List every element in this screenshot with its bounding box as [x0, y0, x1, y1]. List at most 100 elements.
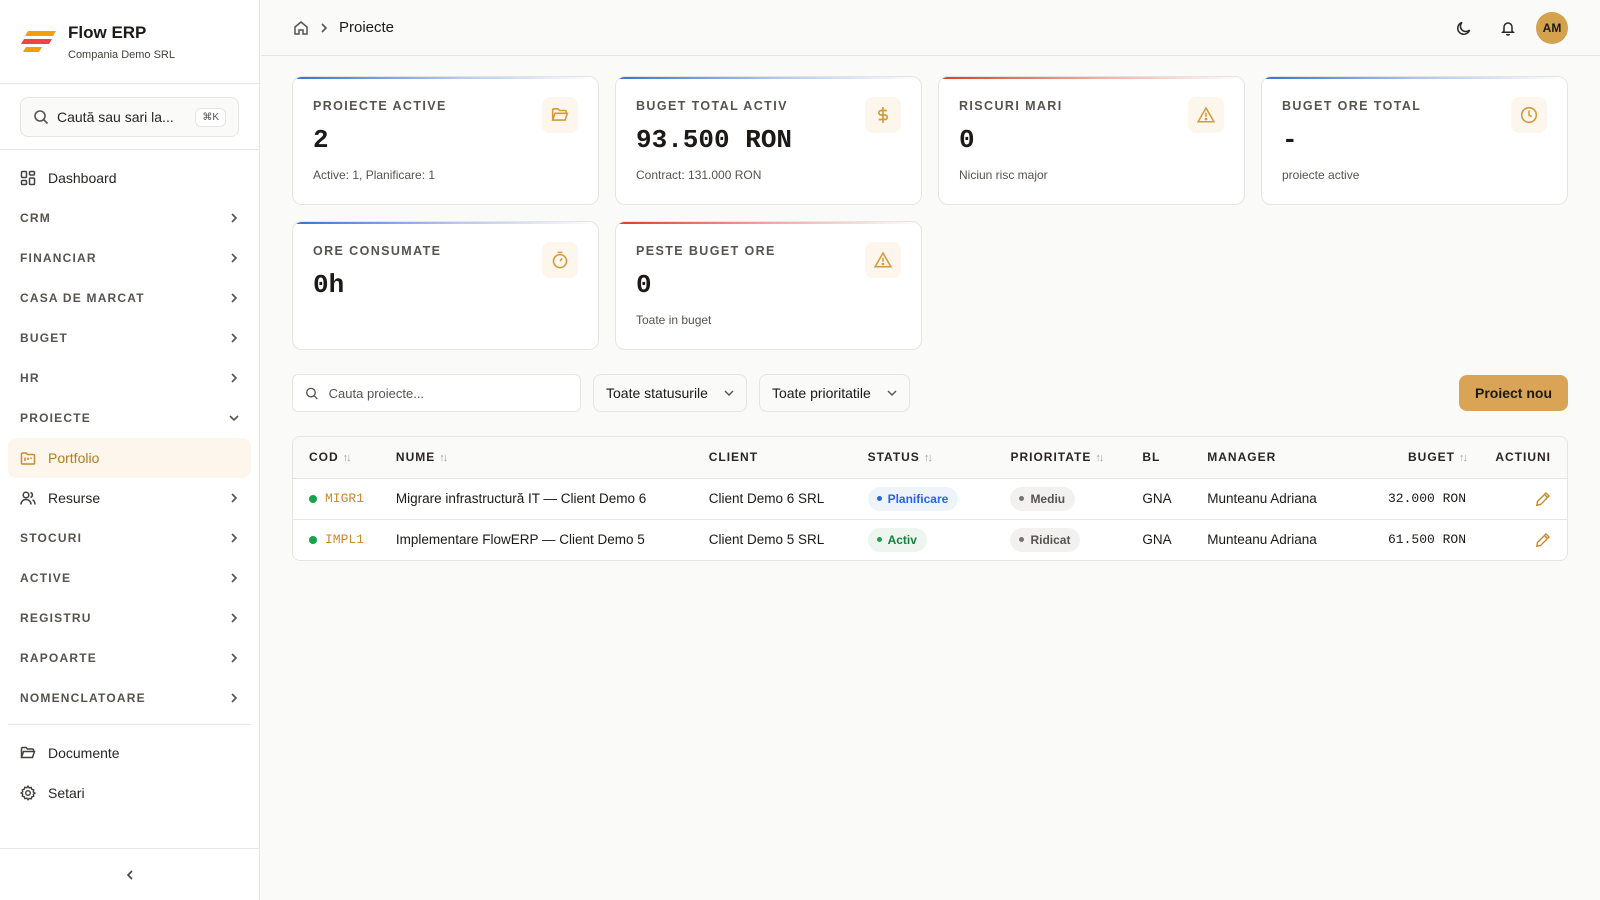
col-header-buget[interactable]: BUGET ↑↓ — [1354, 437, 1474, 479]
sort-icon: ↑↓ — [1459, 452, 1468, 465]
kpi-icon-box — [1511, 97, 1547, 133]
chevron-right-icon — [321, 22, 328, 33]
kpi-cards: PROIECTE ACTIVE 2 Active: 1, Planificare… — [292, 76, 1568, 350]
priority-filter-value: Toate prioritatile — [771, 385, 871, 401]
kpi-label: PROIECTE ACTIVE — [313, 99, 447, 113]
kpi-value: - — [1282, 125, 1298, 155]
cell-bl: GNA — [1134, 478, 1200, 520]
nav-section-hr[interactable]: HR — [0, 358, 259, 398]
card-accent-bar — [293, 77, 598, 79]
cell-nume[interactable]: Migrare infrastructură IT — Client Demo … — [387, 478, 701, 520]
priority-badge-label: Ridicat — [1030, 532, 1071, 547]
table-row[interactable]: IMPL1 Implementare FlowERP — Client Demo… — [293, 519, 1567, 560]
project-code[interactable]: MIGR1 — [325, 491, 364, 506]
nav-section-crm[interactable]: CRM — [0, 198, 259, 238]
sort-icon: ↑↓ — [439, 452, 448, 465]
project-code[interactable]: IMPL1 — [325, 532, 364, 547]
nav-setari[interactable]: Setari — [0, 773, 259, 813]
command-search[interactable]: Caută sau sari la... ⌘K — [20, 97, 239, 137]
edit-pencil-icon[interactable] — [1535, 491, 1551, 507]
home-icon[interactable] — [293, 20, 309, 36]
notifications-button[interactable] — [1492, 12, 1524, 44]
moon-icon — [1457, 21, 1471, 35]
cell-buget: 61.500 RON — [1387, 532, 1466, 548]
card-accent-bar — [293, 222, 598, 224]
nav-section-stocuri[interactable]: STOCURI — [0, 518, 259, 558]
chevron-down-icon — [229, 415, 239, 422]
nav-section-nomenclatoare[interactable]: NOMENCLATOARE — [0, 678, 259, 718]
shortcut-badge: ⌘K — [195, 107, 226, 127]
app-name: Flow ERP — [68, 22, 147, 42]
command-search-label: Caută sau sari la... — [57, 109, 174, 125]
kpi-card-buget-total-activ: BUGET TOTAL ACTIV 93.500 RON Contract: 1… — [615, 76, 922, 205]
cell-nume[interactable]: Implementare FlowERP — Client Demo 5 — [388, 519, 701, 560]
kpi-card-riscuri-mari: RISCURI MARI 0 Niciun risc major — [938, 76, 1245, 205]
col-header-label: ACTIUNI — [1495, 450, 1551, 465]
col-header-label: BL — [1142, 450, 1161, 465]
chevron-right-icon — [231, 493, 238, 503]
nav-section-label: PROIECTE — [20, 411, 91, 425]
sort-icon: ↑↓ — [923, 452, 933, 465]
status-filter-select[interactable]: Toate statusurile — [593, 374, 747, 412]
card-accent-bar — [616, 222, 921, 224]
kpi-sub: Toate in buget — [636, 313, 712, 327]
company-name: Compania Demo SRL — [68, 48, 175, 61]
card-accent-bar — [1262, 77, 1567, 79]
nav-section-financiar[interactable]: FINANCIAR — [0, 238, 259, 278]
brand[interactable]: Flow ERP Compania Demo SRL — [0, 0, 259, 84]
col-header-manager: MANAGER — [1199, 437, 1355, 479]
col-header-nume[interactable]: NUME ↑↓ — [387, 437, 701, 479]
kpi-label: BUGET TOTAL ACTIV — [636, 99, 788, 113]
kpi-sub: proiecte active — [1282, 168, 1360, 182]
status-dot — [309, 535, 317, 544]
col-header-actiuni: ACTIUNI — [1474, 437, 1567, 479]
edit-pencil-icon[interactable] — [1535, 532, 1551, 548]
avatar[interactable]: AM — [1536, 11, 1568, 44]
cell-prioritate: Ridicat — [1002, 519, 1134, 560]
nav-section-label: FINANCIAR — [20, 251, 97, 265]
nav-resurse[interactable]: Resurse — [0, 478, 259, 518]
new-project-button[interactable]: Proiect nou — [1458, 375, 1568, 411]
nav-section-active[interactable]: ACTIVE — [0, 558, 259, 598]
cell-client: Client Demo 5 SRL — [708, 532, 825, 548]
cell-client: Client Demo 6 SRL — [700, 478, 860, 520]
project-search[interactable] — [292, 374, 581, 412]
layout-grid-icon — [20, 170, 36, 186]
nav-section-label: RAPOARTE — [20, 651, 97, 665]
chevron-right-icon — [231, 653, 238, 663]
nav-section-casa-de-marcat[interactable]: CASA DE MARCAT — [0, 278, 259, 318]
cell-status: Activ — [860, 519, 1003, 560]
nav-section-label: ACTIVE — [20, 571, 72, 585]
kpi-card-ore-consumate: ORE CONSUMATE 0h — [292, 221, 599, 350]
card-accent-bar — [939, 77, 1244, 79]
nav-section-proiecte[interactable]: PROIECTE — [0, 398, 259, 438]
kpi-label: BUGET ORE TOTAL — [1282, 99, 1422, 113]
nav-portfolio[interactable]: Portfolio — [8, 438, 251, 478]
kpi-icon-box — [542, 97, 578, 133]
nav-section-buget[interactable]: BUGET — [0, 318, 259, 358]
collapse-sidebar-button[interactable] — [0, 848, 260, 900]
status-badge: Planificare — [867, 486, 959, 511]
clock-icon — [1520, 106, 1538, 124]
col-header-status[interactable]: STATUS ↑↓ — [859, 437, 1003, 479]
kpi-card-peste-buget-ore: PESTE BUGET ORE 0 Toate in buget — [615, 221, 922, 350]
nav-section-rapoarte[interactable]: RAPOARTE — [0, 638, 259, 678]
project-search-input[interactable] — [328, 385, 568, 401]
cell-buget: 32.000 RON — [1354, 478, 1474, 520]
nav-documente[interactable]: Documente — [0, 733, 259, 773]
theme-toggle-button[interactable] — [1448, 12, 1480, 44]
chevron-right-icon — [231, 573, 238, 583]
col-header-prioritate[interactable]: PRIORITATE ↑↓ — [1002, 437, 1135, 479]
status-badge-label: Activ — [887, 532, 917, 547]
col-header-cod[interactable]: COD ↑↓ — [293, 437, 388, 479]
sort-icon: ↑↓ — [342, 452, 352, 465]
nav-dashboard[interactable]: Dashboard — [0, 158, 259, 198]
nav-section-registru[interactable]: REGISTRU — [0, 598, 259, 638]
chevron-down-icon — [724, 390, 734, 396]
priority-filter-select[interactable]: Toate prioritatile — [758, 374, 910, 412]
table-row[interactable]: MIGR1 Migrare infrastructură IT — Client… — [293, 478, 1567, 520]
status-badge-dot — [876, 537, 882, 543]
kpi-label: ORE CONSUMATE — [313, 244, 442, 258]
chevron-down-icon — [887, 390, 897, 396]
nav-section-label: CRM — [20, 211, 51, 225]
